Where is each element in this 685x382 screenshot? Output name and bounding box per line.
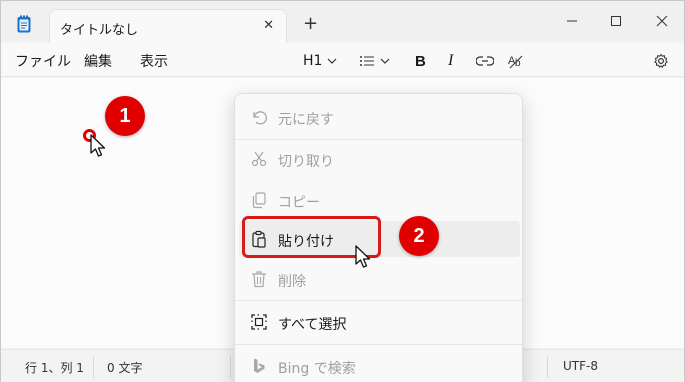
heading-label: H1 <box>303 53 323 69</box>
mouse-pointer-icon <box>355 245 371 268</box>
menu-bar: ファイル 編集 表示 H1 B I A b <box>1 43 684 77</box>
delete-icon <box>252 271 266 288</box>
cursor-position: 行 1、列 1 <box>25 361 84 375</box>
close-icon <box>656 15 668 27</box>
italic-label: I <box>448 52 454 69</box>
menu-item-delete[interactable]: 削除 <box>239 261 520 297</box>
menu-item-copy[interactable]: コピー <box>239 182 520 218</box>
maximize-icon <box>611 16 621 26</box>
minimize-button[interactable] <box>549 7 595 35</box>
title-bar: タイトルなし ✕ + <box>1 1 685 43</box>
settings-button[interactable] <box>653 51 669 71</box>
step-1-badge: 1 <box>105 96 145 136</box>
status-divider <box>93 356 94 378</box>
maximize-button[interactable] <box>593 7 639 35</box>
encoding-label: UTF-8 <box>563 359 598 373</box>
list-dropdown[interactable] <box>359 51 390 71</box>
copy-icon <box>252 192 266 209</box>
bold-label: B <box>415 52 426 70</box>
menu-item-label: 削除 <box>278 274 306 290</box>
cut-icon <box>251 151 267 167</box>
spellcheck-button[interactable]: A b <box>508 51 526 71</box>
heading-dropdown[interactable]: H1 <box>303 51 337 71</box>
tab-title: タイトルなし <box>60 23 139 38</box>
menu-item-bing-search[interactable]: Bing で検索 <box>239 348 520 382</box>
chevron-down-icon <box>380 58 390 64</box>
menu-item-label: すべて選択 <box>278 317 347 333</box>
list-icon <box>360 56 374 66</box>
italic-button[interactable]: I <box>448 51 453 71</box>
notepad-app-icon <box>17 15 31 33</box>
select-all-icon <box>251 314 267 330</box>
close-window-button[interactable] <box>639 7 685 35</box>
step-2-badge: 2 <box>399 216 439 256</box>
menu-item-label: 切り取り <box>278 154 334 170</box>
document-tab[interactable]: タイトルなし ✕ <box>49 9 287 43</box>
close-tab-icon[interactable]: ✕ <box>263 18 274 34</box>
spellcheck-icon: A b <box>508 55 523 69</box>
status-divider <box>547 356 548 378</box>
menu-file[interactable]: ファイル <box>15 51 71 71</box>
chevron-down-icon <box>328 58 337 64</box>
mouse-pointer-icon <box>90 134 106 157</box>
menu-item-label: コピー <box>278 195 320 211</box>
link-icon <box>476 56 494 66</box>
link-button[interactable] <box>476 51 494 71</box>
undo-icon <box>253 111 267 125</box>
new-tab-button[interactable]: + <box>303 15 318 33</box>
menu-item-select-all[interactable]: すべて選択 <box>239 304 520 340</box>
menu-divider <box>235 139 522 140</box>
bing-icon <box>254 358 265 373</box>
minimize-icon <box>567 20 577 22</box>
character-count: 0 文字 <box>107 361 143 375</box>
menu-item-cut[interactable]: 切り取り <box>239 141 520 177</box>
notepad-window: タイトルなし ✕ + ファイル 編集 表示 H1 B I A b 行 1、列 1… <box>0 0 685 382</box>
menu-divider <box>235 344 522 345</box>
menu-item-label: Bing で検索 <box>278 361 356 377</box>
menu-edit[interactable]: 編集 <box>84 51 112 71</box>
menu-divider <box>235 300 522 301</box>
status-divider <box>230 356 231 378</box>
gear-icon <box>654 53 668 69</box>
menu-item-label: 元に戻す <box>278 112 334 128</box>
menu-item-undo[interactable]: 元に戻す <box>239 99 520 135</box>
bold-button[interactable]: B <box>415 51 426 71</box>
menu-view[interactable]: 表示 <box>140 51 168 71</box>
